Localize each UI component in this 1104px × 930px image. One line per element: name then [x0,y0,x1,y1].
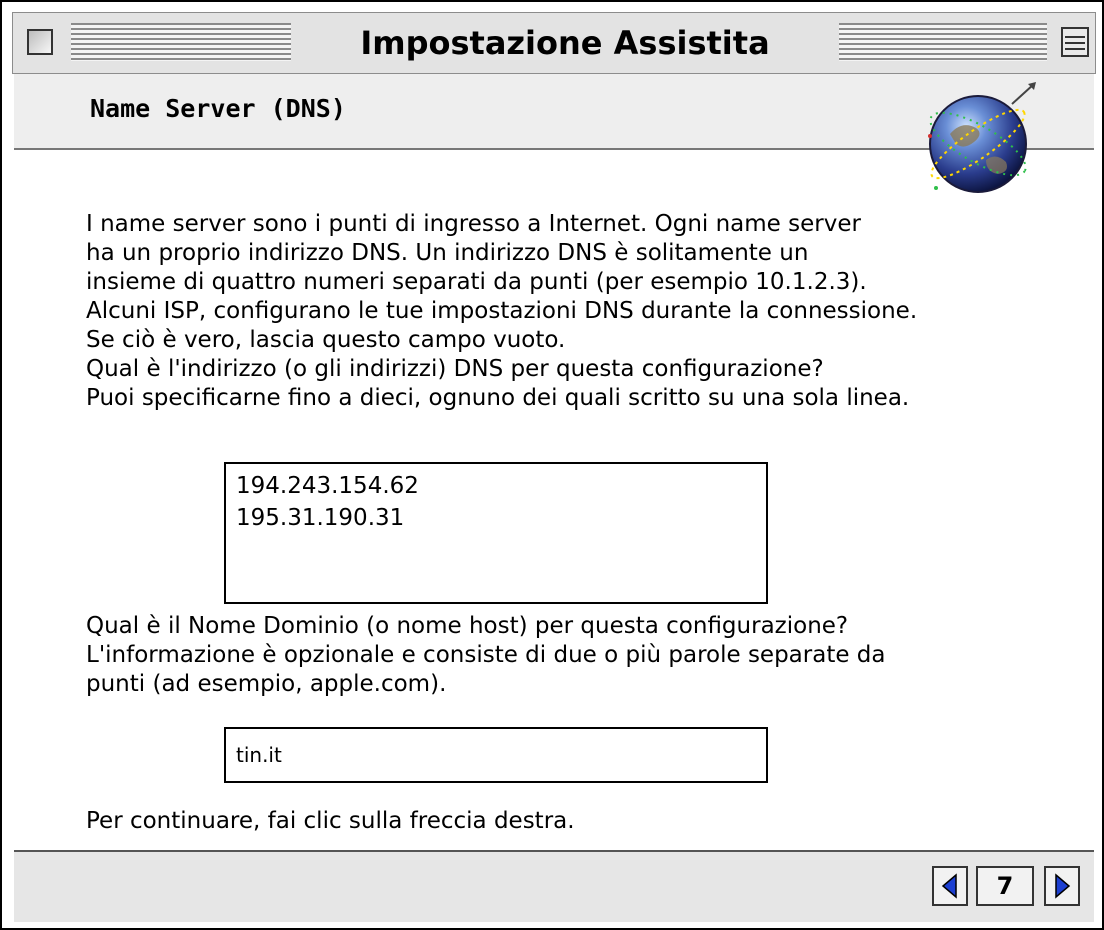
next-page-button[interactable] [1044,866,1080,906]
intro-paragraph: I name server sono i punti di ingresso a… [86,210,1066,413]
continue-instruction: Per continuare, fai clic sulla freccia d… [86,808,575,834]
title-bar-stripes-right [839,23,1047,61]
right-arrow-icon [1055,873,1071,899]
intro-line: Puoi specificarne fino a dieci, ognuno d… [86,385,910,411]
domain-question: Qual è il Nome Dominio (o nome host) per… [86,612,1066,699]
section-title: Name Server (DNS) [90,94,346,123]
intro-line: I name server sono i punti di ingresso a… [86,211,861,237]
window-title: Impostazione Assistita Internet [291,21,839,106]
assistant-window: Impostazione Assistita Internet Name Ser… [0,0,1104,930]
intro-line: Qual è l'indirizzo (o gli indirizzi) DNS… [86,356,824,382]
previous-page-button[interactable] [932,866,968,906]
intro-line: Se ciò è vero, lascia questo campo vuoto… [86,327,566,353]
close-box[interactable] [27,29,53,55]
intro-line: ha un proprio indirizzo DNS. Un indirizz… [86,240,809,266]
dns-address-line: 195.31.190.31 [236,505,405,531]
intro-line: insieme di quattro numeri separati da pu… [86,269,867,295]
domain-question-line: Qual è il Nome Dominio (o nome host) per… [86,613,849,639]
globe-icon [928,82,1036,193]
left-arrow-icon [941,873,957,899]
page-number: 7 [976,866,1034,906]
collapse-box[interactable] [1061,27,1089,57]
domain-name-field[interactable]: tin.it [224,727,768,783]
domain-question-line: L'informazione è opzionale e consiste di… [86,642,886,668]
title-bar[interactable]: Impostazione Assistita Internet [12,12,1096,106]
intro-line: Alcuni ISP, configurano le tue impostazi… [86,298,918,324]
dns-address-line: 194.243.154.62 [236,473,419,499]
navigation-footer: 7 [14,850,1094,922]
title-bar-stripes-left [71,23,291,61]
domain-question-line: punti (ad esempio, apple.com). [86,671,447,697]
dns-address-textarea[interactable]: 194.243.154.62 195.31.190.31 [224,462,768,604]
